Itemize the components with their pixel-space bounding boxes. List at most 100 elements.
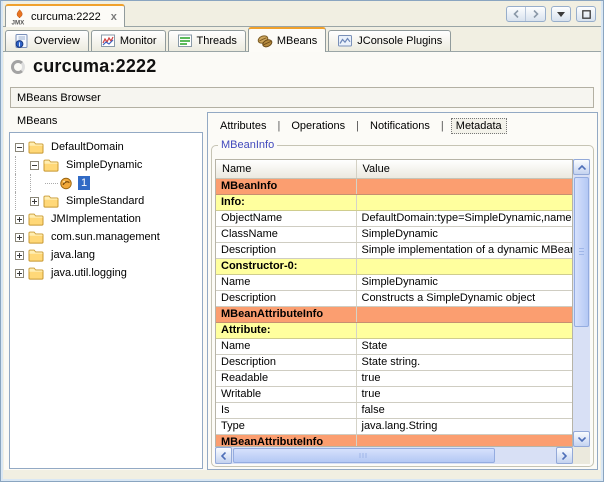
tree-node-label: java.util.logging [48,266,130,280]
tree-node-java-lang[interactable]: java.lang [10,246,202,264]
cell-name: Type [216,418,356,434]
tree-node-jmimplementation[interactable]: JMImplementation [10,210,202,228]
cell-name: ClassName [216,226,356,242]
tab-metadata[interactable]: Metadata [451,118,507,134]
main-tab-bar: iOverview Monitor Threads MBeans JConsole Pl… [2,27,602,52]
tab-separator: | [441,120,444,132]
tab-label: Monitor [120,35,157,47]
cell-name: Readable [216,370,356,386]
tree-node-1[interactable]: 1 [10,174,202,192]
mbeans-browser-label: MBeans Browser [17,92,101,104]
collapse-icon[interactable] [15,143,24,152]
tab-label: Overview [34,35,80,47]
table-row[interactable]: Readabletrue [216,370,572,386]
table-row[interactable]: Isfalse [216,402,572,418]
horizontal-scrollbar[interactable] [215,447,573,464]
vertical-scroll-thumb[interactable] [574,177,589,327]
connection-tab[interactable]: JMX curcuma:2222 x [5,4,125,27]
next-tab-button[interactable] [526,7,545,21]
mbeans-browser-bar: MBeans Browser [10,87,594,108]
expand-icon[interactable] [15,251,24,260]
table-row[interactable]: DescriptionSimple implementation of a dy… [216,242,572,258]
tab-mbeans[interactable]: MBeans [248,27,326,52]
horizontal-scroll-thumb[interactable] [233,448,495,463]
close-tab-icon[interactable]: x [111,11,117,23]
table-row[interactable]: NameState [216,338,572,354]
expand-icon[interactable] [15,233,24,242]
tab-separator: | [356,120,359,132]
mbeaninfo-group-title: MBeanInfo [218,139,277,151]
threads-icon [177,33,193,49]
table-row[interactable]: DescriptionConstructs a SimpleDynamic ob… [216,290,572,306]
maximize-icon [582,10,591,19]
busy-spinner-icon [11,60,25,74]
tab-list-dropdown-button[interactable] [551,6,571,22]
chevron-left-icon [221,452,226,460]
vertical-scrollbar[interactable] [573,159,590,447]
maximize-button[interactable] [576,6,596,22]
table-row[interactable]: ClassNameSimpleDynamic [216,226,572,242]
mbeans-view: curcuma:2222 MBeans Browser MBeans Defau… [4,52,600,470]
table-row[interactable]: MBeanAttributeInfo [216,306,572,322]
table-row[interactable]: ObjectNameDefaultDomain:type=SimpleDynam… [216,210,572,226]
table-row[interactable]: MBeanAttributeInfo [216,434,572,447]
scroll-down-button[interactable] [573,431,590,447]
svg-text:JMX: JMX [12,19,26,25]
chevron-down-icon [578,437,586,442]
table-row[interactable]: MBeanInfo [216,178,572,194]
tree-indent-guide [15,156,30,174]
table-row[interactable]: Writabletrue [216,386,572,402]
mbean-tree[interactable]: DefaultDomainSimpleDynamic 1 SimpleStandar… [9,132,203,469]
prev-tab-button[interactable] [507,7,526,21]
scrollbar-corner [573,447,590,464]
table-row[interactable]: Attribute: [216,322,572,338]
table-row[interactable]: Constructor-0: [216,258,572,274]
connection-tab-bar: JMX curcuma:2222 x [2,2,602,27]
cell-name: Description [216,242,356,258]
scroll-up-button[interactable] [573,159,590,175]
column-header-value[interactable]: Value [356,160,572,178]
cell-name: Attribute: [216,322,356,338]
tab-monitor[interactable]: Monitor [91,30,166,51]
table-row[interactable]: DescriptionState string. [216,354,572,370]
tab-jconsole-plugins[interactable]: JConsole Plugins [328,30,451,51]
collapse-icon[interactable] [30,161,39,170]
scroll-left-button[interactable] [215,447,232,464]
tab-threads[interactable]: Threads [168,30,246,51]
table-row[interactable]: Info: [216,194,572,210]
cell-name: Writable [216,386,356,402]
cell-value: true [356,370,572,386]
tab-attributes[interactable]: Attributes [216,119,270,133]
tab-label: JConsole Plugins [357,35,442,47]
jconsole-window: JMX curcuma:2222 x iOverviewMonitorThre [0,0,604,482]
cell-value: SimpleDynamic [356,274,572,290]
tree-indent-guide [15,174,30,192]
column-header-name[interactable]: Name [216,160,356,178]
cell-value [356,322,572,338]
connection-header: curcuma:2222 [11,56,156,77]
tab-operations[interactable]: Operations [287,119,349,133]
table-row[interactable]: NameSimpleDynamic [216,274,572,290]
table-header-row: NameValue [216,160,572,178]
scroll-right-button[interactable] [556,447,573,464]
expand-icon[interactable] [30,197,39,206]
cell-name: Is [216,402,356,418]
cell-value: false [356,402,572,418]
table-row[interactable]: Typejava.lang.String [216,418,572,434]
tree-node-defaultdomain[interactable]: DefaultDomain [10,138,202,156]
tree-node-simpledynamic[interactable]: SimpleDynamic [10,156,202,174]
cell-name: MBeanInfo [216,178,356,194]
monitor-icon [100,33,116,49]
tree-node-simplestandard[interactable]: SimpleStandard [10,192,202,210]
cell-name: Info: [216,194,356,210]
tab-navigation-controls [506,6,596,22]
expand-icon[interactable] [15,269,24,278]
tab-label: MBeans [277,35,317,47]
tab-overview[interactable]: iOverview [5,30,89,51]
tree-node-com-sun-management[interactable]: com.sun.management [10,228,202,246]
table-body: MBeanInfoInfo:ObjectNameDefaultDomain:ty… [216,178,572,447]
tree-node-label: 1 [78,176,90,190]
tree-node-java-util-logging[interactable]: java.util.logging [10,264,202,282]
expand-icon[interactable] [15,215,24,224]
tab-notifications[interactable]: Notifications [366,119,434,133]
